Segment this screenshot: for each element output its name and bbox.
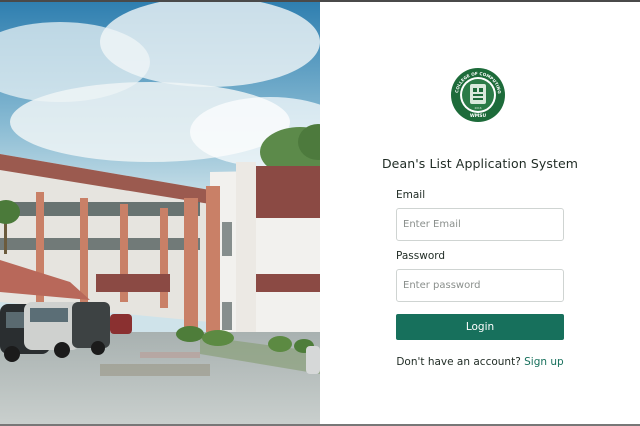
signup-prompt: Don't have an account? Sign up: [320, 356, 640, 368]
login-button[interactable]: Login: [396, 314, 564, 340]
logo-year-text: 2016: [474, 106, 481, 110]
college-seal-icon: COLLEGE OF COMPUTING STUDIES WMSU 2016: [448, 52, 505, 122]
email-label: Email: [396, 189, 426, 201]
logo-bottom-text: WMSU: [470, 113, 487, 119]
no-account-text: Don't have an account?: [396, 356, 521, 368]
email-input[interactable]: [396, 208, 564, 241]
password-input[interactable]: [396, 269, 564, 302]
campus-photo-illustration: [0, 2, 320, 424]
campus-building-photo: [0, 2, 320, 424]
college-logo: COLLEGE OF COMPUTING STUDIES WMSU 2016: [448, 52, 506, 134]
password-label: Password: [396, 250, 446, 262]
login-panel: COLLEGE OF COMPUTING STUDIES WMSU 2016 D…: [320, 2, 640, 424]
signup-link[interactable]: Sign up: [524, 356, 564, 368]
page-title: Dean's List Application System: [381, 156, 579, 171]
